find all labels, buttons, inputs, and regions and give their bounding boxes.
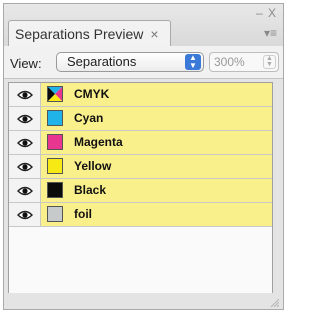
zoom-stepper-icon[interactable]: ▲ ▼ (263, 55, 276, 69)
panel-menu-icon[interactable]: ▾≡ (264, 26, 277, 40)
separation-label: foil (74, 207, 92, 221)
separation-row-body[interactable]: Black (41, 179, 272, 202)
zoom-field[interactable]: 300% ▲ ▼ (209, 52, 279, 72)
separation-row-body[interactable]: foil (41, 203, 272, 226)
view-select[interactable]: Separations ▲ ▼ (56, 52, 204, 72)
visibility-eye-icon[interactable] (9, 131, 41, 154)
color-swatch (47, 206, 63, 222)
separation-label: Black (74, 183, 107, 197)
window-controls[interactable]: – X (256, 6, 277, 20)
status-bar (4, 293, 283, 309)
separation-label: Cyan (74, 111, 104, 125)
separation-label: CMYK (74, 87, 110, 101)
separation-row-body[interactable]: CMYK (41, 83, 272, 106)
separation-row[interactable]: Cyan (9, 107, 272, 131)
view-row: View: Separations ▲ ▼ 300% ▲ ▼ (4, 46, 283, 79)
separation-row[interactable]: CMYK (9, 83, 272, 107)
visibility-eye-icon[interactable] (9, 155, 41, 178)
tab-title: Separations Preview (15, 25, 144, 42)
separation-row[interactable]: Yellow (9, 155, 272, 179)
separations-list: CMYK Cyan Magenta Yellow Black foil (8, 82, 273, 295)
separation-row[interactable]: Magenta (9, 131, 272, 155)
color-swatch (47, 158, 63, 174)
separations-preview-panel: Separations Preview × – X ▾≡ View: Separ… (3, 3, 284, 310)
separation-row-body[interactable]: Yellow (41, 155, 272, 178)
separation-row-body[interactable]: Cyan (41, 107, 272, 130)
zoom-value: 300% (214, 55, 245, 69)
separation-label: Magenta (74, 135, 123, 149)
cmyk-composite-icon (47, 86, 63, 102)
resize-grip-icon[interactable] (269, 297, 279, 307)
visibility-eye-icon[interactable] (9, 83, 41, 106)
separation-row-body[interactable]: Magenta (41, 131, 272, 154)
panel-header: Separations Preview × – X ▾≡ (4, 4, 283, 47)
tab-separations-preview[interactable]: Separations Preview × (8, 20, 171, 46)
color-swatch (47, 134, 63, 150)
color-swatch (47, 182, 63, 198)
separation-label: Yellow (74, 159, 112, 173)
view-label: View: (10, 56, 42, 71)
color-swatch (47, 110, 63, 126)
tab-close-icon[interactable]: × (150, 26, 158, 42)
separation-row[interactable]: foil (9, 203, 272, 227)
view-select-value: Separations (67, 54, 137, 69)
visibility-eye-icon[interactable] (9, 107, 41, 130)
visibility-eye-icon[interactable] (9, 179, 41, 202)
visibility-eye-icon[interactable] (9, 203, 41, 226)
separation-row[interactable]: Black (9, 179, 272, 203)
select-arrows-icon: ▲ ▼ (185, 54, 201, 70)
